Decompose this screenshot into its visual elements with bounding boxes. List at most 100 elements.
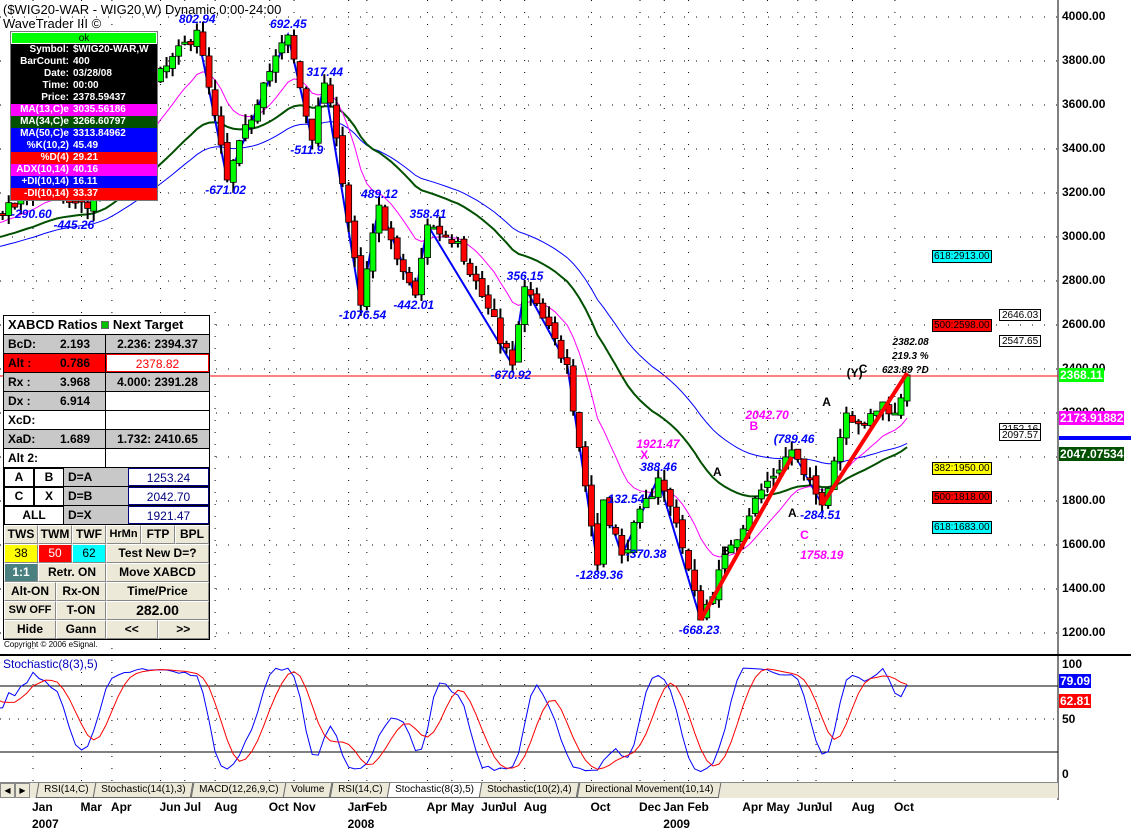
study-tab[interactable]: RSI(14,C): [35, 783, 97, 798]
swing-label: -511.9: [290, 143, 324, 158]
move-xabcd-button[interactable]: Move XABCD: [106, 563, 209, 582]
candle-body: [648, 496, 656, 500]
stoch-tick-50: 50: [1062, 712, 1076, 726]
candle-body: [794, 448, 802, 460]
retr-62-button[interactable]: 62: [72, 544, 106, 563]
retr-38-button[interactable]: 38: [4, 544, 38, 563]
price-tag: 2368.11: [1059, 368, 1104, 383]
study-tab[interactable]: RSI(14,C): [329, 783, 391, 798]
data-label: %K(10,2): [26, 140, 69, 151]
swing-label: 692.45: [269, 17, 307, 32]
rx-on-button[interactable]: Rx-ON: [56, 582, 106, 601]
year-tick: 2008: [347, 817, 375, 831]
study-tab[interactable]: Stochastic(10(2),4): [478, 783, 580, 798]
target-type: D=B: [64, 487, 128, 505]
candle-body: [503, 342, 510, 349]
test-new-d-button[interactable]: Test New D=?: [106, 544, 209, 563]
t-on-button[interactable]: T-ON: [56, 601, 106, 620]
candle-body: [351, 220, 359, 259]
candle-body: [187, 41, 195, 46]
scroll-right-icon[interactable]: ▶: [15, 783, 30, 798]
candle-body: [849, 415, 856, 423]
ratio-label: Rx :3.968: [4, 373, 106, 391]
candle-body: [405, 272, 413, 284]
next-target: [106, 411, 209, 429]
candle-body: [842, 412, 850, 439]
ratio-row: BcD: 2.193 2.236: 2394.37: [4, 335, 209, 354]
candle-body: [205, 55, 213, 88]
time-price-button[interactable]: Time/Price: [106, 582, 209, 601]
study-tab[interactable]: MACD(12,26,9,C): [190, 783, 287, 798]
candle-body: [770, 475, 777, 479]
xabcd-header: XABCD Ratios Next Target: [8, 317, 184, 332]
point-a-button[interactable]: A: [4, 468, 34, 487]
tws-button[interactable]: TWS: [4, 525, 38, 544]
ratio-button[interactable]: 1:1: [4, 563, 38, 582]
candle-body: [448, 239, 456, 244]
candle-body: [539, 302, 547, 319]
scroll-left-icon[interactable]: ◀: [0, 783, 15, 798]
ratio-value: 3.968: [60, 375, 91, 389]
candle-body: [891, 412, 899, 416]
swing-label: C: [800, 528, 809, 543]
target-value: 1921.47: [128, 506, 209, 524]
time-price-value[interactable]: 282.00: [106, 601, 209, 620]
projection-labels: 2382.08 219.3 % 623.89 ?D: [882, 336, 929, 378]
point-x-button[interactable]: X: [34, 487, 64, 506]
time-tick: Jun: [159, 800, 181, 814]
year-tick: 2007: [32, 817, 59, 831]
candle-body: [345, 184, 353, 223]
swing-label: A: [713, 465, 722, 480]
hide-button[interactable]: Hide: [4, 620, 56, 639]
study-tab[interactable]: Directional Movement(10,14): [576, 783, 722, 798]
twm-button[interactable]: TWM: [38, 525, 72, 544]
candle-body: [764, 480, 771, 488]
gann-button[interactable]: Gann: [56, 620, 106, 639]
study-tab[interactable]: Stochastic(8(3),5): [386, 783, 483, 798]
point-b-button[interactable]: B: [34, 468, 64, 487]
candle-body: [175, 45, 183, 57]
candle-body: [260, 82, 268, 109]
alt-on-button[interactable]: Alt-ON: [4, 582, 56, 601]
candle-body: [600, 499, 607, 565]
next-button[interactable]: >>: [157, 620, 209, 639]
ratio-value: 0.786: [60, 356, 91, 370]
time-tick: Oct: [590, 800, 611, 814]
swing-label: -671.02: [205, 183, 246, 198]
candle-body: [800, 458, 808, 475]
candle-body: [327, 84, 334, 104]
ratio-label: Dx :6.914: [4, 392, 106, 410]
candle-body: [412, 280, 419, 296]
data-label: MA(13,C)e: [20, 104, 69, 115]
price-tick: 4000.00: [1062, 9, 1106, 23]
candle-body: [72, 200, 79, 204]
ratio-label: BcD: 2.193: [4, 335, 106, 353]
study-tab[interactable]: Volume: [283, 783, 334, 798]
data-label: Symbol:: [29, 44, 69, 55]
sw-off-button[interactable]: SW OFF: [4, 601, 56, 620]
time-tick: Nov: [293, 800, 316, 814]
price-tick: 3400.00: [1062, 141, 1106, 155]
data-row: MA(34,C)e 3266.60797: [11, 116, 157, 128]
ftp-button[interactable]: FTP: [141, 525, 175, 544]
swing-label: -290.60: [11, 207, 52, 221]
candle-body: [235, 140, 243, 164]
retr-50-button[interactable]: 50: [38, 544, 72, 563]
point-c-button[interactable]: C: [4, 487, 34, 506]
study-tab[interactable]: Stochastic(14(1),3): [93, 783, 195, 798]
candle-body: [527, 289, 535, 296]
swing-label: 388.46: [640, 459, 677, 474]
data-value: 40.16: [73, 164, 99, 175]
time-tick: Jul: [815, 800, 833, 814]
twf-button[interactable]: TWF: [72, 525, 106, 544]
retr-on-button[interactable]: Retr. ON: [38, 563, 106, 582]
hrmn-button[interactable]: HrMn: [106, 525, 141, 544]
candle-body: [533, 293, 541, 305]
ratio-label: Alt :0.786: [4, 354, 106, 372]
bpl-button[interactable]: BPL: [175, 525, 209, 544]
prev-button[interactable]: <<: [106, 620, 158, 639]
price-tick: 3000.00: [1062, 229, 1106, 243]
candle-body: [521, 286, 529, 325]
all-button[interactable]: ALL: [4, 506, 64, 525]
candle-body: [199, 31, 207, 56]
